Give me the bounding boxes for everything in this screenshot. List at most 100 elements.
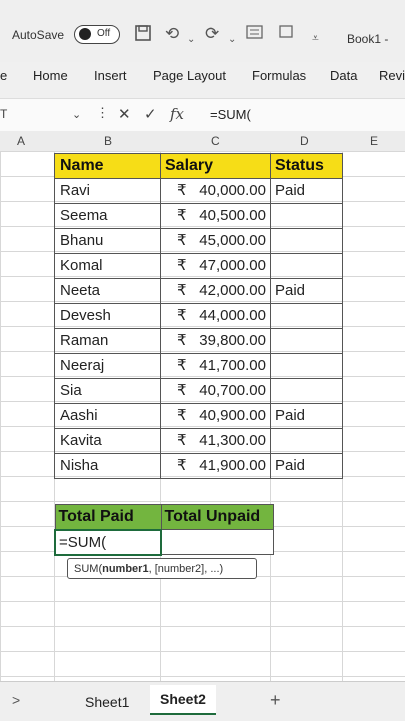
salary-value: ₹44,000.00 <box>161 304 266 328</box>
name-cell[interactable]: Ravi <box>54 178 161 204</box>
tab-insert[interactable]: Insert <box>94 68 127 83</box>
table-row: Devesh ₹44,000.00 <box>54 303 343 329</box>
salary-cell[interactable]: ₹44,000.00 <box>160 303 271 329</box>
add-sheet-button[interactable]: + <box>270 690 281 711</box>
formula-input[interactable]: =SUM( <box>210 107 251 122</box>
status-cell[interactable]: Paid <box>270 278 343 304</box>
tab-home[interactable]: Home <box>33 68 68 83</box>
salary-table: Name Salary Status Ravi ₹40,000.00 Paid See… <box>54 153 343 479</box>
tab-page-layout[interactable]: Page Layout <box>153 68 226 83</box>
redo-dropdown-icon[interactable]: ⌄ <box>228 30 236 50</box>
name-cell[interactable]: Devesh <box>54 303 161 329</box>
status-cell[interactable] <box>270 353 343 379</box>
name-cell[interactable]: Neeraj <box>54 353 161 379</box>
status-cell[interactable] <box>270 303 343 329</box>
name-cell[interactable]: Aashi <box>54 403 161 429</box>
name-cell[interactable]: Sia <box>54 378 161 404</box>
salary-amount: 47,000.00 <box>199 257 266 274</box>
undo-icon[interactable]: ⟲ <box>165 24 179 44</box>
salary-value: ₹41,900.00 <box>161 454 266 478</box>
column-header-e[interactable]: E <box>370 134 378 148</box>
function-tooltip: SUM(number1, [number2], ...) <box>67 558 257 579</box>
status-cell[interactable] <box>270 328 343 354</box>
total-unpaid-header[interactable]: Total Unpaid <box>160 504 274 530</box>
status-cell[interactable] <box>270 253 343 279</box>
name-cell[interactable]: Neeta <box>54 278 161 304</box>
ribbon-tabs: e Home Insert Page Layout Formulas Data … <box>0 62 405 98</box>
status-cell[interactable] <box>270 203 343 229</box>
salary-cell[interactable]: ₹40,500.00 <box>160 203 271 229</box>
status-cell[interactable]: Paid <box>270 178 343 204</box>
insert-function-icon[interactable]: fx <box>170 105 184 123</box>
name-cell[interactable]: Raman <box>54 328 161 354</box>
column-headers: A B C D E <box>0 131 405 152</box>
tooltip-rest: , [number2], ...) <box>148 563 224 575</box>
status-cell[interactable]: Paid <box>270 453 343 479</box>
save-icon[interactable] <box>134 24 152 47</box>
name-box[interactable]: T <box>0 107 7 121</box>
salary-value: ₹41,700.00 <box>161 354 266 378</box>
salary-cell[interactable]: ₹39,800.00 <box>160 328 271 354</box>
autosave-toggle[interactable]: Off <box>74 25 120 44</box>
salary-value: ₹42,000.00 <box>161 279 266 303</box>
name-box-dropdown-icon[interactable]: ⌄ <box>72 108 81 121</box>
salary-cell[interactable]: ₹40,000.00 <box>160 178 271 204</box>
currency-symbol: ₹ <box>177 182 187 199</box>
enter-icon[interactable]: ✓ <box>144 105 157 123</box>
column-header-d[interactable]: D <box>300 134 309 148</box>
name-cell[interactable]: Komal <box>54 253 161 279</box>
toggle-knob <box>79 28 91 40</box>
salary-cell[interactable]: ₹41,300.00 <box>160 428 271 454</box>
redo-icon[interactable]: ⟳ <box>205 24 219 44</box>
toggle-state: Off <box>97 28 111 39</box>
cancel-icon[interactable]: ✕ <box>118 105 131 123</box>
status-cell[interactable]: Paid <box>270 403 343 429</box>
status-cell[interactable] <box>270 228 343 254</box>
salary-cell[interactable]: ₹47,000.00 <box>160 253 271 279</box>
column-header-c[interactable]: C <box>211 134 220 148</box>
sheet-nav-icon[interactable]: > <box>12 692 20 708</box>
tab-review[interactable]: Revi <box>379 68 405 83</box>
tab-data[interactable]: Data <box>330 68 357 83</box>
totals-header-row: Total Paid Total Unpaid <box>54 504 274 530</box>
salary-cell[interactable]: ₹41,900.00 <box>160 453 271 479</box>
column-header-a[interactable]: A <box>17 134 25 148</box>
total-unpaid-cell[interactable] <box>160 529 274 555</box>
status-cell[interactable] <box>270 428 343 454</box>
header-salary[interactable]: Salary <box>160 153 271 179</box>
table-row: Ravi ₹40,000.00 Paid <box>54 178 343 204</box>
salary-amount: 45,000.00 <box>199 232 266 249</box>
name-cell[interactable]: Nisha <box>54 453 161 479</box>
name-cell[interactable]: Seema <box>54 203 161 229</box>
title-bar: AutoSave Off ⟲ ⌄ ⟳ ⌄ ⩡ Book1 - <box>0 0 405 62</box>
sheet-tab-sheet1[interactable]: Sheet1 <box>85 694 129 710</box>
name-cell[interactable]: Kavita <box>54 428 161 454</box>
touch-mode-icon[interactable] <box>278 24 294 45</box>
header-status[interactable]: Status <box>270 153 343 179</box>
total-paid-cell[interactable]: =SUM( <box>54 528 162 556</box>
salary-cell[interactable]: ₹40,900.00 <box>160 403 271 429</box>
salary-cell[interactable]: ₹45,000.00 <box>160 228 271 254</box>
currency-symbol: ₹ <box>177 407 187 424</box>
name-cell[interactable]: Bhanu <box>54 228 161 254</box>
salary-cell[interactable]: ₹41,700.00 <box>160 353 271 379</box>
customize-toolbar-icon[interactable]: ⩡ <box>312 28 319 48</box>
column-header-b[interactable]: B <box>104 134 112 148</box>
currency-symbol: ₹ <box>177 232 187 249</box>
table-row: Raman ₹39,800.00 <box>54 328 343 354</box>
more-options-icon[interactable]: ⋮ <box>96 105 109 121</box>
sheet-tab-sheet2[interactable]: Sheet2 <box>150 685 216 715</box>
total-paid-header[interactable]: Total Paid <box>54 504 162 530</box>
header-name[interactable]: Name <box>54 153 161 179</box>
salary-cell[interactable]: ₹40,700.00 <box>160 378 271 404</box>
tab-file[interactable]: e <box>0 68 7 83</box>
currency-symbol: ₹ <box>177 357 187 374</box>
tab-formulas[interactable]: Formulas <box>252 68 306 83</box>
salary-cell[interactable]: ₹42,000.00 <box>160 278 271 304</box>
undo-dropdown-icon[interactable]: ⌄ <box>187 30 195 50</box>
currency-symbol: ₹ <box>177 382 187 399</box>
table-header-row: Name Salary Status <box>54 153 343 179</box>
table-row: Neeraj ₹41,700.00 <box>54 353 343 379</box>
form-icon[interactable] <box>246 24 264 45</box>
status-cell[interactable] <box>270 378 343 404</box>
